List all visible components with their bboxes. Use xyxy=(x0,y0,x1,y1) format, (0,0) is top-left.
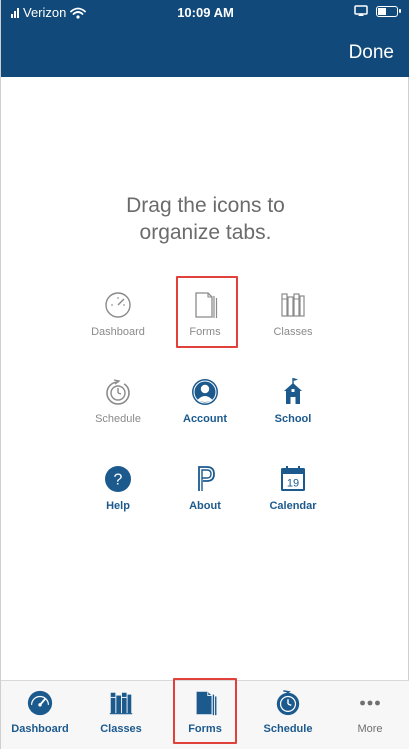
grid-label: About xyxy=(189,500,221,512)
grid-label: Account xyxy=(183,413,227,425)
tab-label: More xyxy=(357,723,383,735)
forms-tab-highlight-box xyxy=(173,678,237,744)
grid-item-about[interactable]: About xyxy=(165,464,245,524)
classes-books-icon xyxy=(281,293,305,317)
account-person-icon xyxy=(192,379,218,405)
dashboard-gauge-icon xyxy=(105,292,131,318)
schedule-clock-icon xyxy=(106,379,130,405)
grid-label: Calendar xyxy=(269,500,317,512)
battery-icon xyxy=(376,5,401,17)
schedule-clock-icon xyxy=(276,690,300,716)
more-dots-icon xyxy=(360,700,380,706)
instruction-line-2: organize tabs. xyxy=(139,221,272,244)
calendar-day-text: 19 xyxy=(287,478,299,490)
grid-label: Schedule xyxy=(95,413,141,425)
tab-label: Schedule xyxy=(263,723,313,735)
grid-item-classes[interactable]: Classes xyxy=(253,290,333,350)
done-button[interactable]: Done xyxy=(349,42,394,64)
grid-label: Classes xyxy=(273,326,313,338)
grid-item-account[interactable]: Account xyxy=(165,377,245,437)
help-question-icon: ? xyxy=(105,466,131,492)
grid-item-dashboard[interactable]: Dashboard xyxy=(78,290,158,350)
screen-mirroring-icon xyxy=(354,5,368,16)
grid-label: Dashboard xyxy=(91,326,145,338)
instruction-line-1: Drag the icons to xyxy=(126,194,285,217)
grid-item-school[interactable]: School xyxy=(253,377,333,437)
grid-item-calendar[interactable]: 19 Calendar xyxy=(253,464,333,524)
forms-grid-highlight-box xyxy=(176,276,238,348)
status-bar: Verizon 10:09 AM xyxy=(1,0,409,24)
status-right-group xyxy=(354,5,401,17)
status-time: 10:09 AM xyxy=(177,5,234,20)
top-header: Verizon 10:09 AM Done xyxy=(1,0,409,77)
classes-books-icon xyxy=(109,692,133,715)
grid-item-schedule[interactable]: Schedule xyxy=(78,377,158,437)
grid-label: School xyxy=(274,413,312,425)
tab-schedule[interactable]: Schedule xyxy=(253,689,323,735)
tab-label: Dashboard xyxy=(11,723,69,735)
grid-label: Help xyxy=(106,500,130,512)
grid-item-help[interactable]: ? Help xyxy=(78,464,158,524)
instruction-text: Drag the icons to organize tabs. xyxy=(61,192,350,246)
tab-classes[interactable]: Classes xyxy=(86,689,156,735)
tab-dashboard[interactable]: Dashboard xyxy=(5,689,75,735)
tab-more[interactable]: More xyxy=(335,689,405,735)
svg-text:?: ? xyxy=(114,472,123,489)
school-building-icon xyxy=(284,378,302,404)
about-logo-icon xyxy=(198,466,215,491)
calendar-icon: 19 xyxy=(281,466,305,491)
dashboard-gauge-icon xyxy=(27,690,53,716)
app-screen: Verizon 10:09 AM Done Drag the icons to … xyxy=(0,0,409,749)
tab-label: Classes xyxy=(100,723,142,735)
